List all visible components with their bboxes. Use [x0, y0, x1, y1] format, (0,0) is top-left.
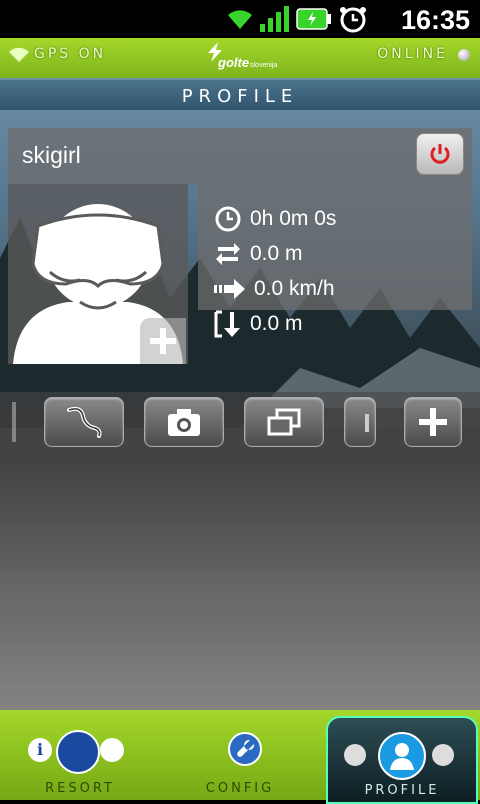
status-icons	[226, 5, 368, 33]
profile-panel: skigirl 0h 0m 0s 0.0 m 0.0 km/h 0.0 m	[8, 128, 472, 364]
signal-icon	[260, 6, 289, 32]
power-icon	[430, 144, 450, 164]
stat-time-value: 0h 0m 0s	[250, 207, 337, 230]
add-button[interactable]	[404, 397, 462, 447]
weather-icon	[100, 738, 124, 762]
repeat-arrows-icon	[216, 243, 240, 265]
resort-logo-icon	[56, 730, 100, 774]
action-toolbar	[0, 392, 480, 454]
nav-config-label: CONFIG	[205, 781, 275, 796]
stat-speed-value: 0.0 km/h	[254, 277, 335, 300]
status-bar: 16:35	[0, 0, 480, 38]
avatar	[8, 184, 188, 364]
gps-wifi-icon	[9, 47, 29, 62]
stat-vertical-value: 0.0 m	[250, 312, 303, 335]
mountain-icon	[344, 744, 366, 766]
info-icon: i	[28, 738, 52, 762]
stat-distance: 0.0 m	[214, 239, 303, 269]
title-bar: PROFILE	[0, 80, 480, 110]
top-bar: GPS ON golte slovenija ONLINE	[0, 38, 480, 80]
hidden-action-button[interactable]	[344, 397, 376, 447]
stat-time: 0h 0m 0s	[214, 204, 336, 234]
resort-nav-icons: i	[28, 730, 136, 774]
camera-button[interactable]	[144, 397, 224, 447]
connection-status: ONLINE	[377, 46, 448, 62]
plus-icon	[419, 408, 447, 436]
logo-subtext: slovenija	[250, 62, 278, 69]
nav-resort-label: RESORT	[45, 781, 115, 796]
camera-icon	[168, 409, 200, 436]
plus-icon	[150, 328, 176, 354]
page-title: PROFILE	[181, 86, 299, 107]
battery-icon	[296, 8, 331, 30]
stat-vertical: 0.0 m	[214, 309, 303, 339]
logo-text: golte	[218, 55, 250, 70]
track-route-button[interactable]	[44, 397, 124, 447]
username-row: skigirl	[8, 128, 472, 184]
route-path-icon	[67, 406, 102, 438]
windows-icon	[267, 408, 301, 436]
alarm-icon	[340, 7, 366, 33]
partial-icon	[365, 414, 369, 432]
online-indicator-icon	[458, 49, 470, 61]
clock-icon	[215, 206, 241, 232]
username: skigirl	[22, 142, 81, 168]
nav-profile-label: PROFILE	[364, 783, 440, 798]
nav-resort[interactable]: i RESORT	[0, 710, 160, 800]
user-icon	[378, 732, 426, 780]
stat-speed: 0.0 km/h	[214, 274, 335, 304]
wrench-icon	[228, 732, 262, 766]
speed-arrow-icon	[214, 279, 245, 299]
add-photo-button[interactable]	[140, 318, 186, 364]
wifi-icon	[228, 10, 252, 29]
nav-profile[interactable]: PROFILE	[326, 716, 478, 804]
profile-nav-icons	[344, 732, 460, 780]
toolbar-scroll-left-edge	[12, 402, 16, 442]
nav-config[interactable]: CONFIG	[160, 710, 320, 800]
stat-distance-value: 0.0 m	[250, 242, 303, 265]
clock-time: 16:35	[400, 5, 470, 35]
gallery-button[interactable]	[244, 397, 324, 447]
resort-logo: golte slovenija	[206, 40, 278, 76]
list-icon	[432, 744, 454, 766]
gps-status: GPS ON	[34, 46, 107, 62]
descent-icon	[214, 310, 240, 338]
stats-panel: 0h 0m 0s 0.0 m 0.0 km/h 0.0 m	[198, 184, 472, 338]
logout-button[interactable]	[416, 133, 464, 175]
